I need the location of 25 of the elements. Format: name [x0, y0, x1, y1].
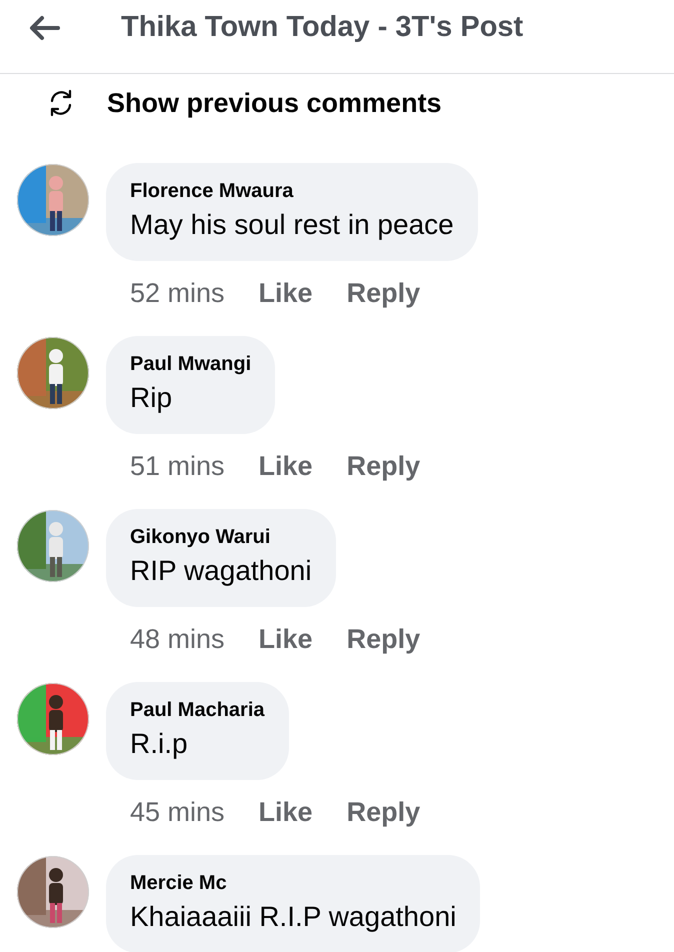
- reply-link[interactable]: Reply: [346, 796, 420, 828]
- comment-text: R.i.p: [130, 728, 189, 760]
- commenter-name[interactable]: Florence Mwaura: [130, 180, 454, 203]
- commenter-name[interactable]: Paul Macharia: [130, 699, 265, 722]
- commenter-name[interactable]: Mercie Mc: [130, 872, 456, 895]
- commenter-name[interactable]: Gikonyo Warui: [130, 526, 312, 549]
- back-arrow-icon[interactable]: [28, 14, 60, 40]
- comment-time: 48 mins: [130, 624, 225, 654]
- like-link[interactable]: Like: [258, 278, 313, 308]
- show-previous-comments-link[interactable]: Show previous comments: [107, 88, 442, 118]
- comment-text: Rip: [130, 382, 174, 414]
- comment-time: 52 mins: [130, 278, 225, 308]
- reply-link[interactable]: Reply: [346, 278, 420, 308]
- comment-text: May his soul rest in peace: [130, 209, 454, 241]
- comment-text: RIP wagathoni: [130, 555, 312, 587]
- commenter-name[interactable]: Paul Mwangi: [130, 353, 252, 376]
- reply-link[interactable]: Reply: [346, 624, 420, 654]
- reply-link[interactable]: Reply: [346, 450, 420, 482]
- comment-time: 45 mins: [130, 796, 225, 828]
- post-title: Thika Town Today - 3T's Post: [121, 11, 524, 44]
- comment-time: 51 mins: [130, 450, 225, 482]
- like-link[interactable]: Like: [258, 796, 313, 828]
- like-link[interactable]: Like: [258, 450, 313, 482]
- comment-text: Khaiaaaiii R.I.P wagathoni: [130, 901, 456, 933]
- like-link[interactable]: Like: [258, 624, 313, 654]
